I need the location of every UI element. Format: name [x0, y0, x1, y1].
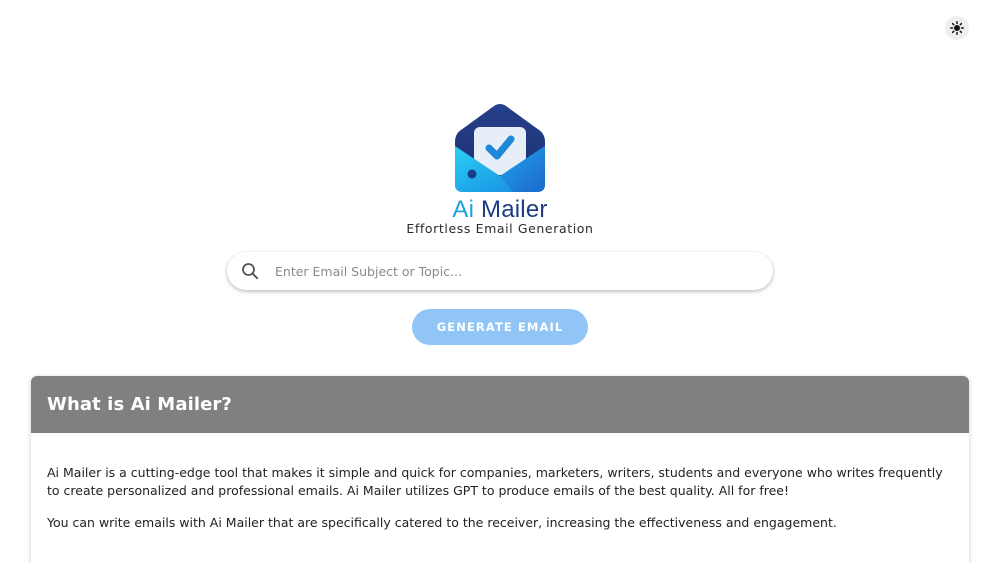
search-icon — [241, 262, 259, 280]
info-card-header: What is Ai Mailer? — [31, 376, 969, 433]
brand-name-mailer: Mailer — [481, 196, 548, 223]
sun-icon — [950, 21, 964, 35]
generate-email-button[interactable]: GENERATE EMAIL — [412, 309, 588, 345]
info-paragraph: You can write emails with Ai Mailer that… — [47, 515, 837, 530]
search-input[interactable] — [273, 255, 773, 287]
brand-name-ai: Ai — [452, 196, 475, 223]
envelope-check-icon — [455, 104, 545, 192]
info-card-title: What is Ai Mailer? — [47, 394, 232, 415]
page: Ai Mailer Effortless Email Generation GE… — [0, 0, 1000, 563]
theme-toggle-button[interactable] — [945, 16, 969, 40]
info-card-body: Ai Mailer is a cutting-edge tool that ma… — [31, 433, 969, 532]
brand-tagline: Effortless Email Generation — [406, 221, 594, 236]
info-paragraph: Ai Mailer is a cutting-edge tool that ma… — [47, 465, 943, 498]
info-card: What is Ai Mailer? Ai Mailer is a cuttin… — [31, 376, 969, 563]
search-bar[interactable] — [227, 252, 773, 290]
